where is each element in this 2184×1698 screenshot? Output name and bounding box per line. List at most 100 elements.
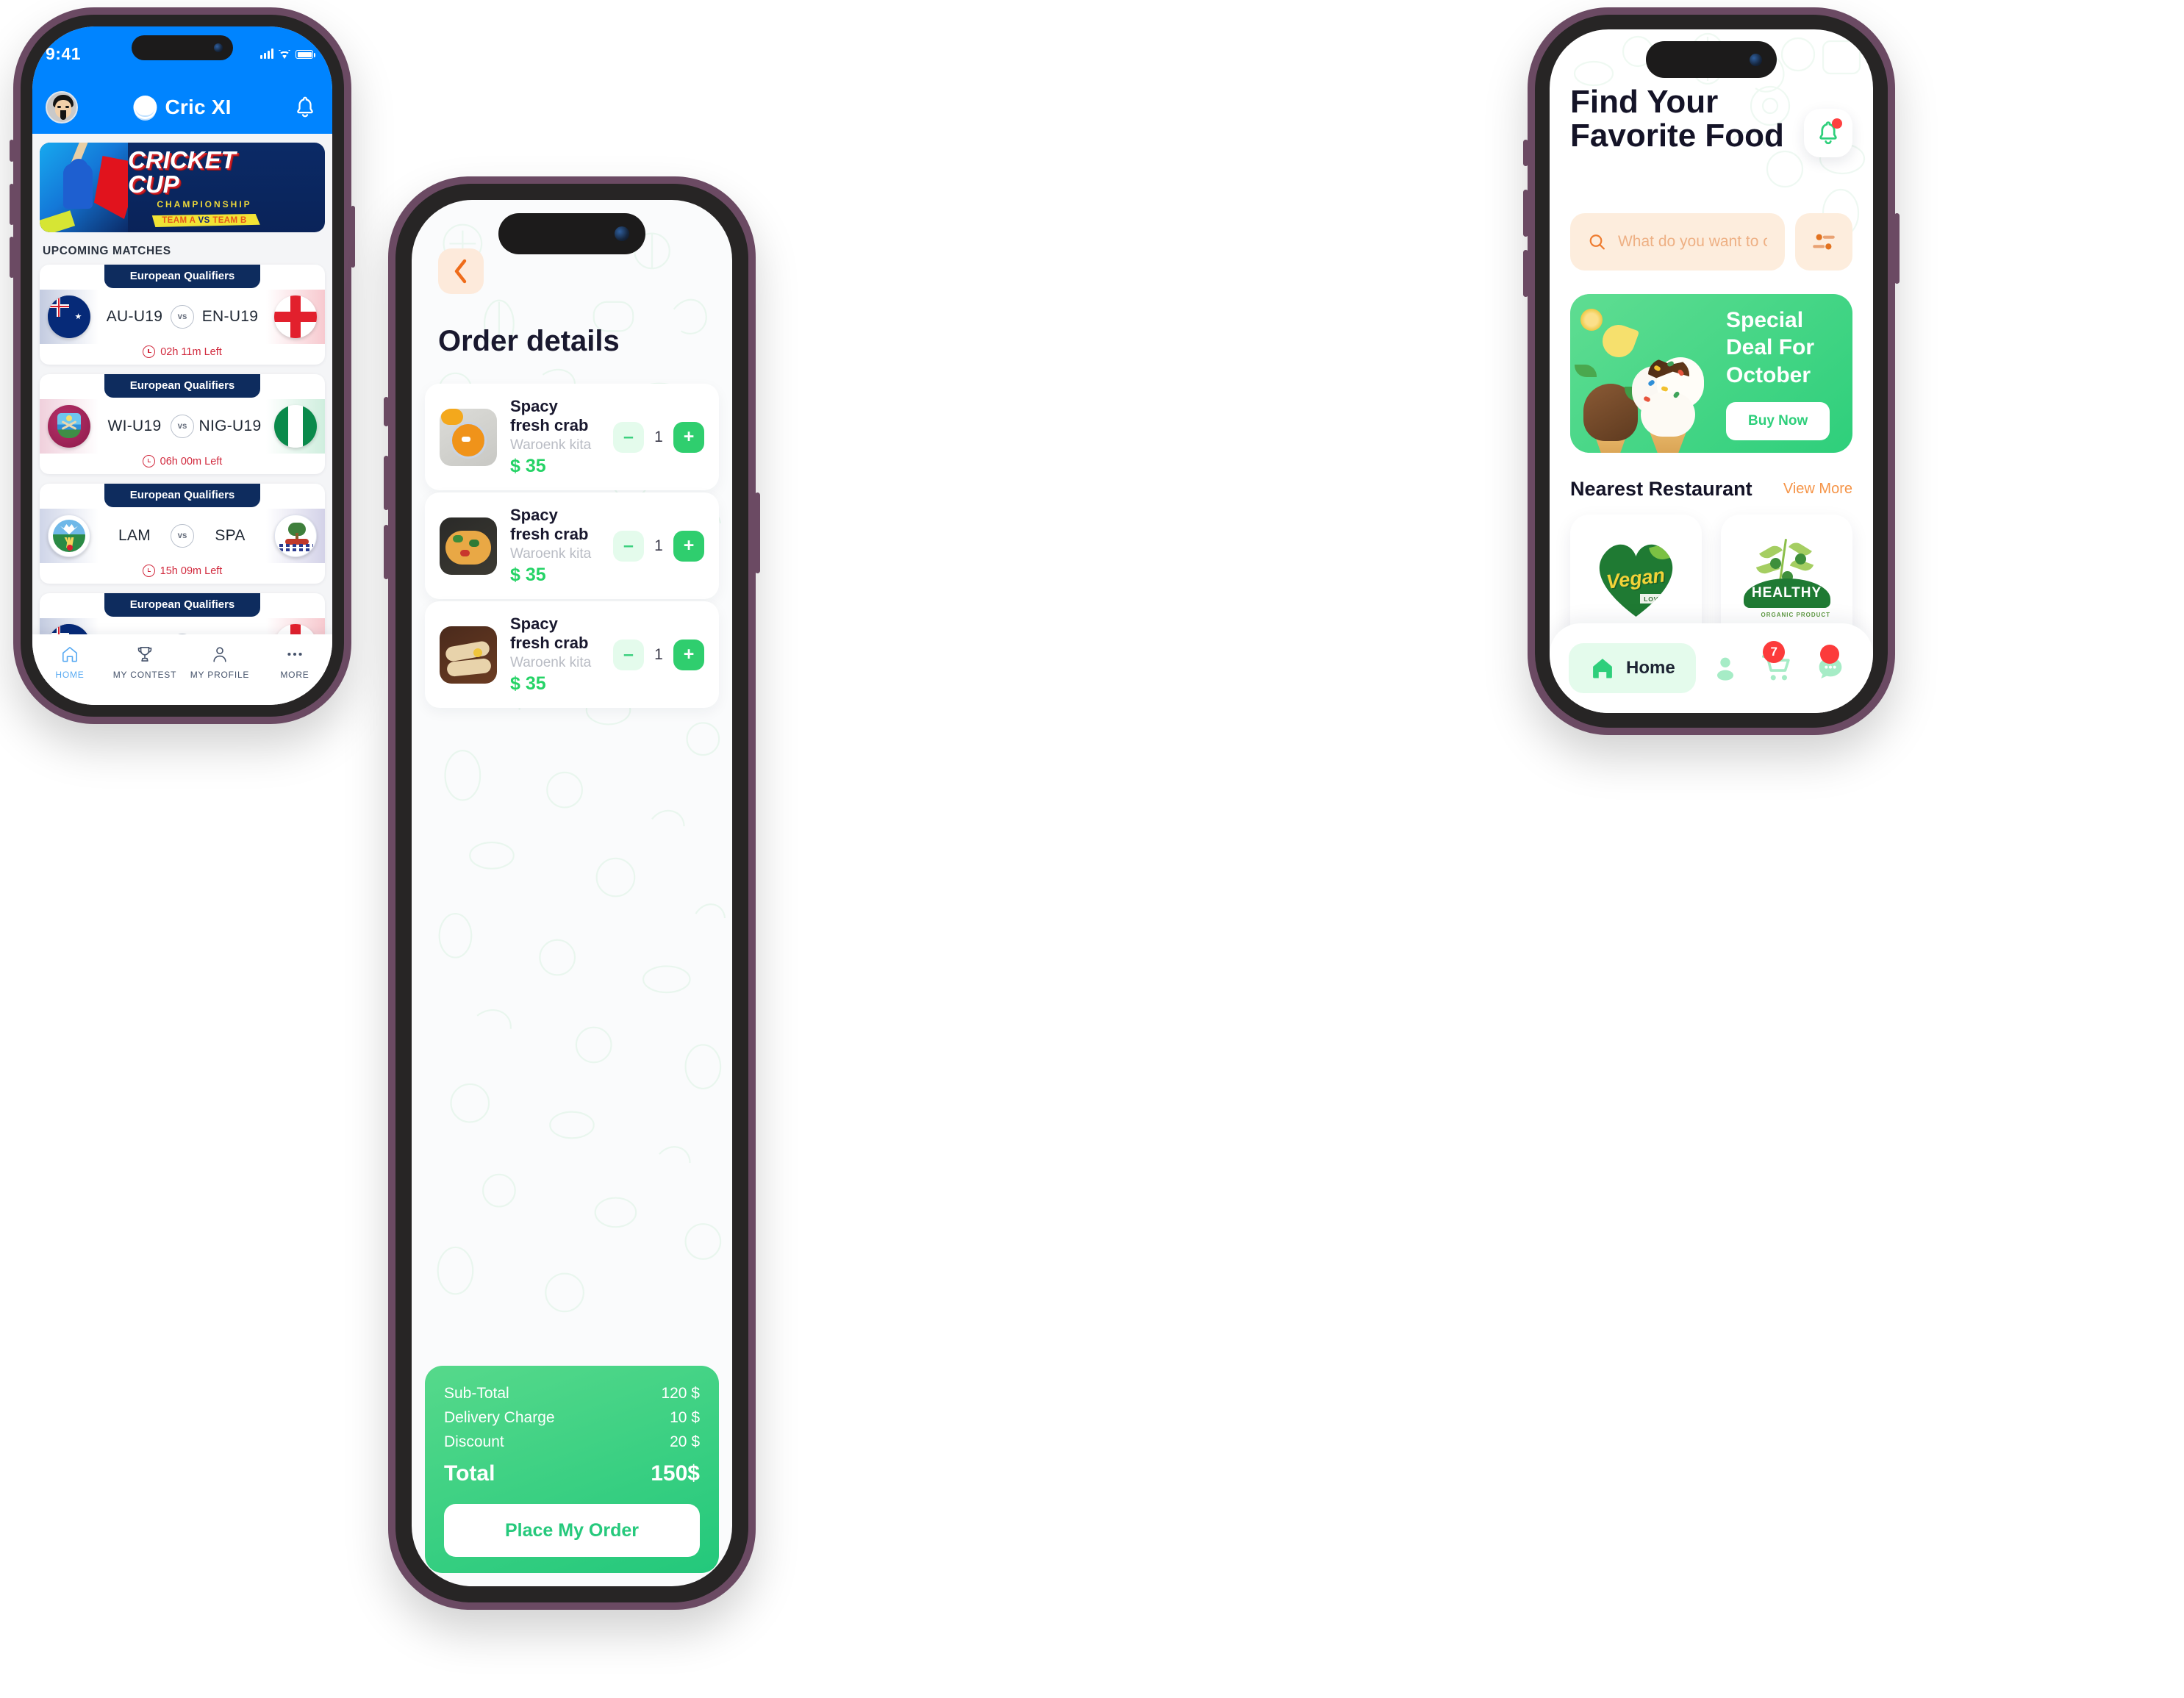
summary-row: Delivery Charge 10 $ — [444, 1409, 700, 1427]
quantity-stepper: – 1 + — [613, 530, 704, 562]
phone2-dynamic-island — [498, 213, 645, 254]
phone1-tab-bar: HOME MY CONTEST MY PROFILE MORE — [32, 634, 332, 705]
tab-my-contest[interactable]: MY CONTEST — [107, 645, 182, 680]
decrement-button[interactable]: – — [613, 530, 644, 562]
tab-my-profile[interactable]: MY PROFILE — [182, 645, 257, 680]
banner-team-b: TEAM B — [212, 216, 247, 225]
trophy-icon — [137, 646, 152, 662]
item-meta: Spacy fresh crab Waroenk kita $ 35 — [510, 506, 600, 586]
healthy-logo-text: HEALTHY — [1751, 585, 1822, 601]
phone2-power-button[interactable] — [755, 492, 760, 573]
phone3-mute-button[interactable] — [1523, 140, 1528, 166]
decrement-button[interactable]: – — [613, 421, 644, 453]
place-order-button[interactable]: Place My Order — [444, 1504, 700, 1557]
match-row: AU-U19 vs EN-U19 — [40, 290, 325, 344]
phone-cric-xi: 9:41 Cric XI CRICKET CUP CHAMPIONSHIP TE… — [10, 7, 355, 724]
increment-button[interactable]: + — [673, 530, 704, 562]
quantity-stepper: – 1 + — [613, 421, 704, 453]
banner-text: CRICKET CUP CHAMPIONSHIP TEAM A VS TEAM … — [128, 148, 281, 227]
banner-team-a: TEAM A — [162, 216, 196, 225]
phone3-volume-up-button[interactable] — [1523, 190, 1528, 237]
tab-chat[interactable] — [1807, 645, 1854, 683]
league-chip: European Qualifiers — [104, 265, 260, 288]
restaurant-logo: Vegan LOVER — [1589, 538, 1684, 619]
tab-home-label: Home — [1626, 658, 1675, 678]
search-field[interactable] — [1570, 213, 1785, 271]
decrement-button[interactable]: – — [613, 639, 644, 670]
phone3-screen: Find Your Favorite Food What do you want… — [1550, 29, 1873, 713]
vs-badge: vs — [171, 305, 194, 329]
buy-now-button[interactable]: Buy Now — [1726, 402, 1830, 441]
section-heading: Nearest Restaurant — [1570, 478, 1752, 500]
list-item[interactable]: Spacy fresh crab Waroenk kita $ 35 – 1 + — [425, 492, 719, 599]
search-input[interactable] — [1617, 233, 1767, 251]
home-flag-wrap — [40, 509, 99, 563]
filter-button[interactable] — [1795, 213, 1852, 271]
phone2-screen: Order details Spacy fresh crab Waroenk k… — [412, 200, 732, 1586]
bell-icon[interactable] — [294, 95, 316, 120]
banner-right-space — [281, 143, 325, 232]
avatar[interactable] — [46, 91, 78, 123]
phone2-volume-up-button[interactable] — [384, 456, 389, 510]
tab-cart[interactable]: 7 — [1754, 641, 1801, 684]
increment-button[interactable]: + — [673, 639, 704, 670]
away-flag-wrap — [266, 509, 325, 563]
item-name: Spacy fresh crab — [510, 615, 589, 652]
more-dots-icon — [287, 652, 302, 656]
back-button[interactable] — [438, 248, 484, 294]
page-title: Order details — [438, 325, 620, 357]
phone1-mute-button[interactable] — [10, 140, 14, 162]
vegan-lover-logo-icon: Vegan LOVER — [1593, 540, 1680, 617]
battery-icon — [296, 50, 315, 59]
away-team: EN-U19 — [201, 308, 259, 325]
match-timer: 15h 09m Left — [40, 565, 325, 577]
item-meta: Spacy fresh crab Waroenk kita $ 35 — [510, 615, 600, 695]
item-restaurant: Waroenk kita — [510, 546, 592, 562]
summary-label: Discount — [444, 1433, 504, 1450]
deal-heading: Special Deal For October — [1726, 307, 1815, 387]
tab-my-contest-label: MY CONTEST — [112, 670, 177, 680]
view-more-link[interactable]: View More — [1783, 481, 1852, 498]
status-time: 9:41 — [46, 43, 82, 63]
phone3-volume-down-button[interactable] — [1523, 250, 1528, 297]
phone1-volume-down-button[interactable] — [10, 237, 14, 278]
list-item[interactable]: Spacy fresh crab Waroenk kita $ 35 – 1 + — [425, 601, 719, 708]
australia-flag-icon — [48, 295, 90, 338]
phone-food-home: Find Your Favorite Food What do you want… — [1523, 7, 1900, 735]
item-name: Spacy fresh crab — [510, 397, 589, 434]
wifi-icon — [279, 50, 290, 59]
home-team: AU-U19 — [106, 308, 163, 325]
tab-home-label: HOME — [55, 670, 85, 680]
phone3-tab-bar: Home 7 — [1550, 623, 1873, 713]
summary-value: 10 $ — [670, 1409, 700, 1426]
app-title: Cric XI — [165, 96, 232, 118]
tab-profile[interactable] — [1702, 653, 1749, 683]
table-row[interactable]: European Qualifiers AU-U19 vs EN-U19 — [40, 265, 325, 365]
increment-button[interactable]: + — [673, 421, 704, 453]
league-chip: European Qualifiers — [104, 484, 260, 507]
timer-text: 02h 11m Left — [160, 345, 222, 358]
match-timer: 02h 11m Left — [40, 345, 325, 358]
league-chip: European Qualifiers — [104, 374, 260, 398]
cricket-cup-banner[interactable]: CRICKET CUP CHAMPIONSHIP TEAM A VS TEAM … — [40, 143, 325, 232]
table-row[interactable]: European Qualifiers WI-U19 vs NIG-U19 06… — [40, 374, 325, 474]
item-restaurant: Waroenk kita — [510, 437, 592, 453]
phone1-volume-up-button[interactable] — [10, 184, 14, 225]
phone2-bezel: Order details Spacy fresh crab Waroenk k… — [395, 184, 748, 1602]
tab-more[interactable]: MORE — [257, 645, 332, 680]
summary-row: Sub-Total 120 $ — [444, 1385, 700, 1403]
phone2-mute-button[interactable] — [384, 397, 389, 426]
table-row[interactable]: European Qualifiers LAM vs SPA 15h 09m L… — [40, 484, 325, 584]
tab-home[interactable]: Home — [1569, 643, 1696, 693]
cricket-ball-icon — [133, 96, 157, 119]
match-row: WI-U19 vs NIG-U19 — [40, 399, 325, 454]
away-team: NIG-U19 — [198, 418, 262, 434]
tab-more-label: MORE — [280, 670, 309, 680]
notification-bell-button[interactable] — [1804, 109, 1852, 157]
phone2-volume-down-button[interactable] — [384, 525, 389, 579]
phone3-power-button[interactable] — [1894, 213, 1900, 284]
phone1-power-button[interactable] — [351, 206, 355, 268]
list-item[interactable]: Spacy fresh crab Waroenk kita $ 35 – 1 + — [425, 384, 719, 490]
tab-home[interactable]: HOME — [32, 645, 107, 680]
special-deal-banner[interactable]: Special Deal For October Buy Now — [1570, 294, 1852, 453]
